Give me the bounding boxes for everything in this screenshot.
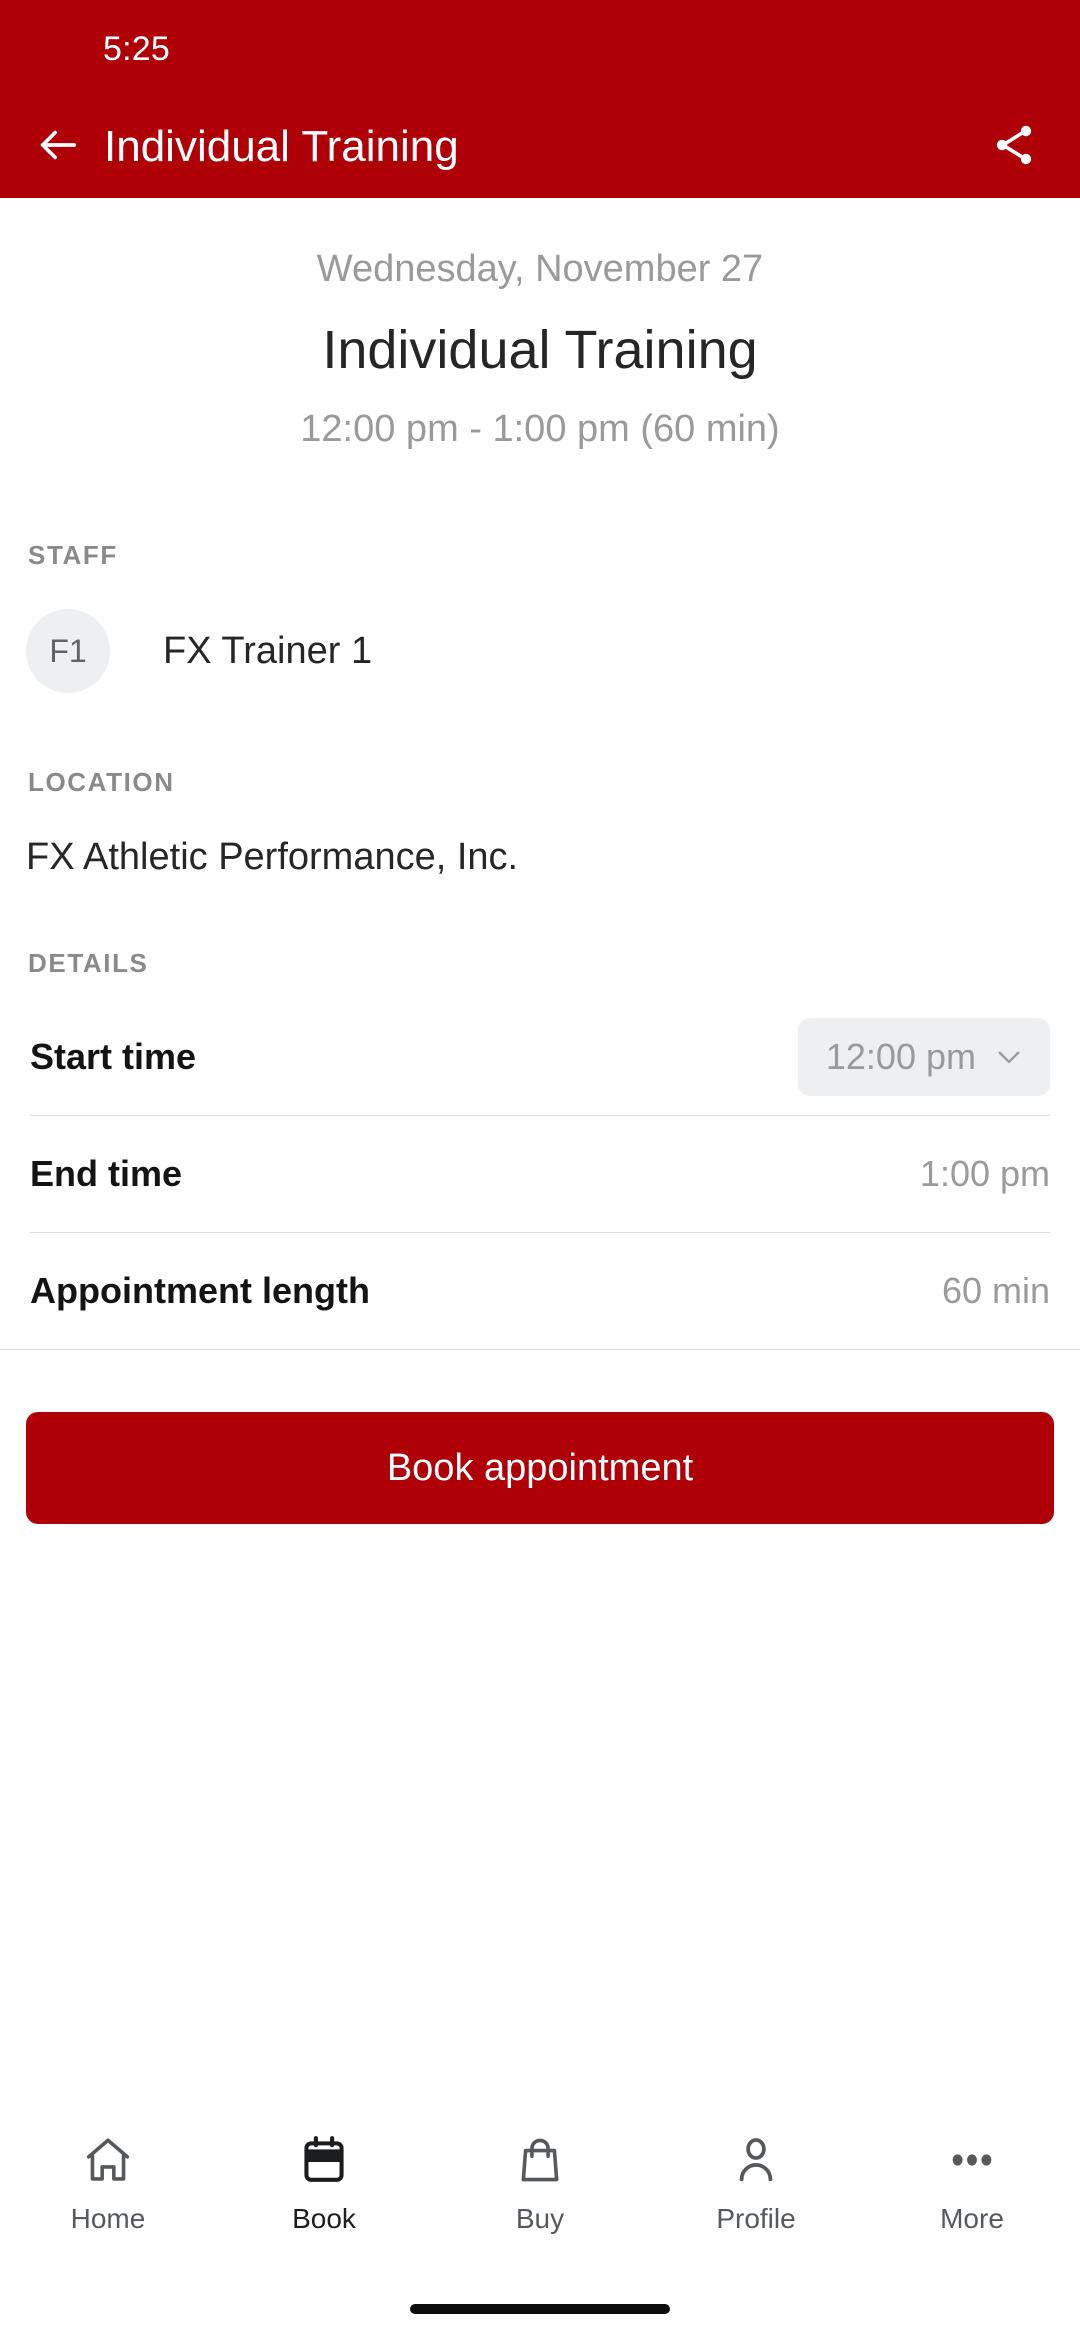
calendar-icon <box>297 2128 351 2192</box>
avatar: F1 <box>26 609 110 693</box>
staff-row[interactable]: F1 FX Trainer 1 <box>26 609 1080 693</box>
detail-row-start-time: Start time 12:00 pm <box>0 999 1080 1115</box>
app-screen: 5:25 Individual Training Wednesday, Nove… <box>0 0 1080 2340</box>
nav-label-buy: Buy <box>515 2203 565 2234</box>
status-bar-clock: 5:25 <box>103 30 170 68</box>
end-time-value: 1:00 pm <box>919 1153 1050 1194</box>
appointment-time-range: 12:00 pm - 1:00 pm (60 min) <box>300 408 780 450</box>
arrow-left-icon <box>35 122 81 173</box>
cta-container: Book appointment <box>0 1350 1080 1524</box>
shopping-bag-icon <box>513 2128 567 2192</box>
nav-item-buy[interactable]: Buy <box>432 2128 648 2236</box>
app-bar: Individual Training <box>0 96 1080 198</box>
status-bar: 5:25 <box>0 0 1080 96</box>
start-time-value: 12:00 pm <box>825 1036 976 1077</box>
location-value: FX Athletic Performance, Inc. <box>26 836 519 878</box>
chevron-down-icon <box>992 1040 1026 1074</box>
person-icon <box>729 2128 783 2192</box>
ellipsis-icon <box>945 2128 999 2192</box>
share-button[interactable] <box>974 107 1054 187</box>
detail-label-end-time: End time <box>30 1153 183 1194</box>
gesture-home-indicator <box>410 2304 670 2314</box>
details-list: Start time 12:00 pm End time 1:00 pm App… <box>0 999 1080 1350</box>
appointment-details-content: Wednesday, November 27 Individual Traini… <box>0 198 1080 1524</box>
detail-row-appointment-length: Appointment length 60 min <box>0 1233 1080 1349</box>
appointment-title: Individual Training <box>322 320 758 380</box>
nav-item-more[interactable]: More <box>864 2128 1080 2236</box>
location-section-label: LOCATION <box>28 767 175 797</box>
nav-item-home[interactable]: Home <box>0 2128 216 2236</box>
staff-section-label: STAFF <box>28 540 118 570</box>
staff-name: FX Trainer 1 <box>163 630 373 672</box>
appointment-summary: Wednesday, November 27 Individual Traini… <box>0 198 1080 452</box>
nav-label-book: Book <box>292 2203 356 2234</box>
start-time-dropdown[interactable]: 12:00 pm <box>797 1018 1050 1096</box>
appointment-date: Wednesday, November 27 <box>316 248 764 290</box>
appointment-length-value: 60 min <box>941 1270 1050 1311</box>
details-section-label: DETAILS <box>28 948 149 978</box>
avatar-initials: F1 <box>49 632 87 669</box>
app-bar-container: 5:25 Individual Training <box>0 0 1080 198</box>
nav-label-profile: Profile <box>716 2203 796 2234</box>
share-icon <box>990 121 1038 174</box>
app-bar-title: Individual Training <box>104 122 459 171</box>
back-button[interactable] <box>22 111 94 183</box>
book-appointment-label: Book appointment <box>386 1447 694 1489</box>
book-appointment-button[interactable]: Book appointment <box>26 1412 1054 1524</box>
nav-label-more: More <box>940 2203 1004 2234</box>
nav-item-profile[interactable]: Profile <box>648 2128 864 2236</box>
nav-item-book[interactable]: Book <box>216 2128 432 2236</box>
nav-label-home: Home <box>70 2203 146 2234</box>
detail-label-start-time: Start time <box>30 1036 197 1077</box>
detail-row-end-time: End time 1:00 pm <box>0 1116 1080 1232</box>
home-icon <box>81 2128 135 2192</box>
detail-label-appointment-length: Appointment length <box>30 1270 370 1311</box>
bottom-navigation-bar: Home Book Buy Profile More <box>0 2110 1080 2340</box>
